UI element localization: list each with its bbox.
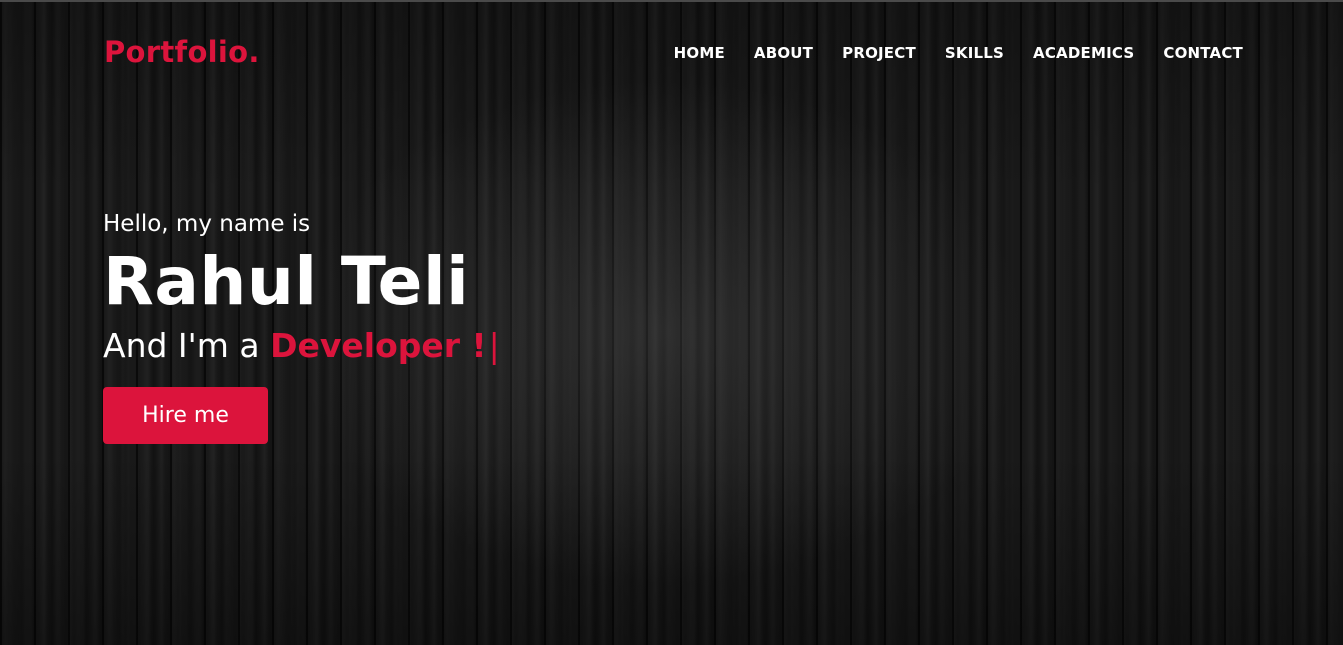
typing-cursor: |	[488, 326, 500, 365]
hero-section: Portfolio. HOME ABOUT PROJECT SKILLS ACA…	[0, 0, 1343, 645]
nav-menu: HOME ABOUT PROJECT SKILLS ACADEMICS CONT…	[674, 44, 1243, 62]
nav-item-contact[interactable]: CONTACT	[1163, 44, 1243, 62]
hire-me-button[interactable]: Hire me	[103, 387, 268, 444]
nav-item-academics[interactable]: ACADEMICS	[1033, 44, 1134, 62]
nav-item-project[interactable]: PROJECT	[842, 44, 916, 62]
greeting-text: Hello, my name is	[103, 211, 311, 237]
hero-tagline: And I'm a Developer !|	[103, 323, 500, 369]
logo[interactable]: Portfolio.	[104, 35, 260, 69]
tagline-prefix: And I'm a	[103, 326, 271, 365]
hero-name: Rahul Teli	[103, 243, 470, 320]
hero-content: Hello, my name is Rahul Teli And I'm a D…	[103, 207, 500, 444]
nav-item-home[interactable]: HOME	[674, 44, 725, 62]
typed-role: Developer !	[270, 326, 487, 365]
navbar: Portfolio. HOME ABOUT PROJECT SKILLS ACA…	[0, 2, 1343, 102]
nav-item-about[interactable]: ABOUT	[754, 44, 813, 62]
nav-item-skills[interactable]: SKILLS	[945, 44, 1004, 62]
